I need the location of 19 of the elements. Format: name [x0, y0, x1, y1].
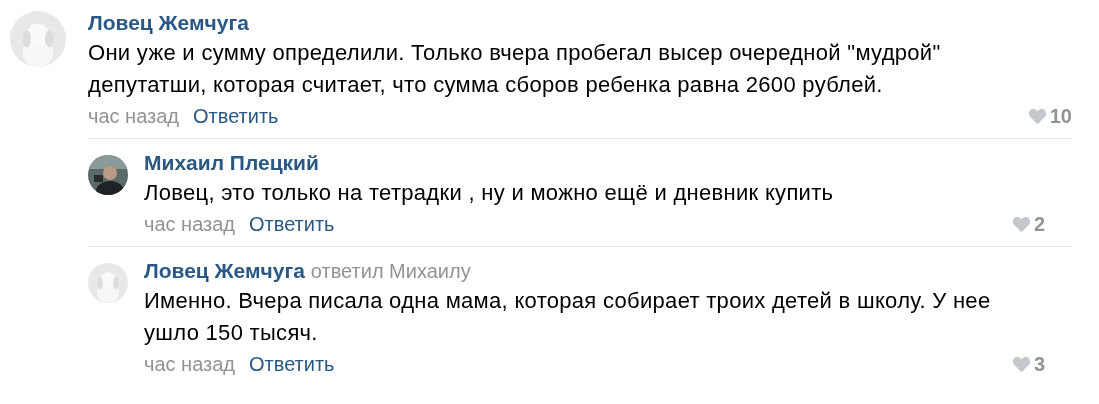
- reply-link[interactable]: Ответить: [193, 102, 279, 130]
- comment-text: Именно. Вчера писала одна мама, которая собирает троих детей в школу. У нее ушло 150 тысяч.: [144, 287, 992, 347]
- reply-to-text: ответил Михаилу: [310, 259, 471, 283]
- reply-link[interactable]: Ответить: [249, 350, 335, 378]
- author-name[interactable]: Ловец Жемчуга: [88, 11, 249, 35]
- author-name[interactable]: Михаил Плецкий: [144, 151, 319, 175]
- comment-time: час назад: [88, 104, 179, 129]
- reply-link[interactable]: Ответить: [249, 210, 335, 238]
- comment-time: час назад: [144, 352, 235, 377]
- comment-text: Они уже и сумму определили. Только вчера пробегал высер очередной "мудрой" депутатши, которая считает, что сумма сборов ребенка равна 2600 рублей.: [88, 39, 942, 99]
- like-count: 3: [1033, 352, 1045, 377]
- heart-icon[interactable]: [1011, 355, 1031, 373]
- like-count: 10: [1049, 104, 1072, 129]
- comment-time: час назад: [144, 212, 235, 237]
- like-count: 2: [1033, 212, 1045, 237]
- author-name[interactable]: Ловец Жемчуга: [144, 259, 305, 283]
- comment-text: Ловец, это только на тетрадки , ну и можно ещё и дневник купить: [144, 179, 835, 207]
- heart-icon[interactable]: [1027, 107, 1047, 125]
- heart-icon[interactable]: [1011, 215, 1031, 233]
